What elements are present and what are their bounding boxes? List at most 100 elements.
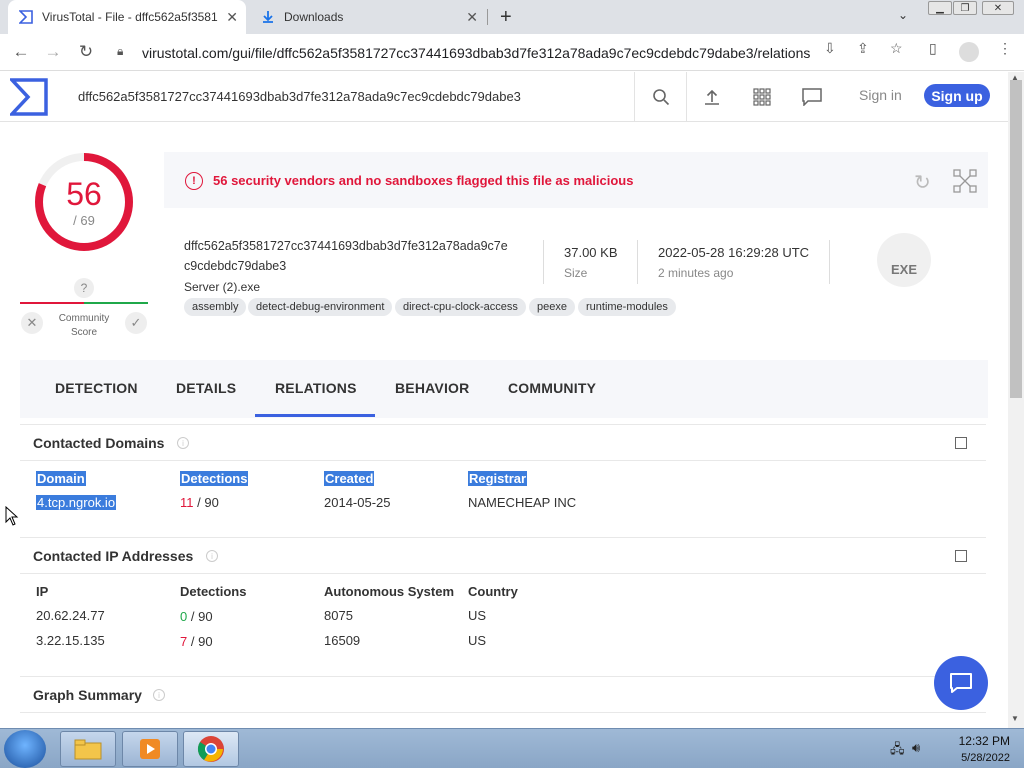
start-button-windows-icon[interactable] bbox=[4, 730, 46, 768]
network-tray-icon[interactable]: 🖧︎ bbox=[890, 740, 905, 762]
ip-link[interactable]: 3.22.15.135 bbox=[36, 633, 105, 648]
info-icon[interactable]: i bbox=[177, 437, 189, 449]
browser-menu-icon[interactable]: ⋮ bbox=[998, 40, 1012, 57]
tab-community[interactable]: COMMUNITY bbox=[508, 380, 596, 396]
minimize-window-button[interactable]: ▁ bbox=[928, 1, 952, 15]
sign-up-button[interactable]: Sign up bbox=[924, 84, 990, 107]
registrar-column-header: Registrar bbox=[468, 471, 528, 486]
browser-tab-virustotal[interactable]: VirusTotal - File - dffc562a5f3581 ✕ bbox=[8, 0, 246, 34]
copy-icon[interactable] bbox=[955, 437, 967, 449]
address-bar[interactable]: 🔒︎ virustotal.com/gui/file/dffc562a5f358… bbox=[109, 38, 917, 67]
lock-icon: 🔒︎ bbox=[117, 44, 124, 58]
reanalyze-icon[interactable]: ↻ bbox=[914, 170, 931, 195]
search-icon[interactable] bbox=[650, 86, 672, 108]
volume-tray-icon[interactable]: 🔊︎ bbox=[912, 740, 920, 756]
new-tab-button[interactable]: + bbox=[500, 6, 512, 29]
detection-score-value: 56 bbox=[66, 176, 102, 212]
file-name: Server (2).exe bbox=[184, 280, 261, 294]
tag-chip[interactable]: detect-debug-environment bbox=[248, 298, 393, 316]
header-divider bbox=[634, 72, 635, 122]
vt-header: dffc562a5f3581727cc37441693dbab3d7fe312a… bbox=[0, 72, 1008, 122]
ip-detections: 0 / 90 bbox=[180, 609, 213, 624]
tab-behavior[interactable]: BEHAVIOR bbox=[395, 380, 469, 396]
copy-icon[interactable] bbox=[955, 550, 967, 562]
close-tab-icon[interactable]: ✕ bbox=[466, 9, 478, 26]
ip-as: 8075 bbox=[324, 608, 353, 623]
media-player-icon[interactable] bbox=[122, 731, 178, 767]
scroll-up-arrow-icon[interactable]: ▲ bbox=[1011, 73, 1019, 82]
header-divider bbox=[686, 72, 687, 122]
back-arrow-icon[interactable]: ← bbox=[10, 41, 32, 63]
ip-link[interactable]: 20.62.24.77 bbox=[36, 608, 105, 623]
vote-harmless-check-icon[interactable]: ✓ bbox=[125, 312, 147, 334]
bookmark-star-icon[interactable]: ☆ bbox=[890, 40, 903, 57]
file-explorer-icon[interactable] bbox=[60, 731, 116, 767]
info-icon[interactable]: i bbox=[206, 550, 218, 562]
forward-arrow-icon[interactable]: → bbox=[42, 41, 64, 63]
share-icon[interactable]: ⇪ bbox=[857, 40, 869, 57]
analysis-date-relative: 2 minutes ago bbox=[658, 266, 734, 280]
ip-detections: 7 / 90 bbox=[180, 634, 213, 649]
as-column-header: Autonomous System bbox=[324, 584, 455, 599]
virustotal-favicon-icon bbox=[18, 9, 34, 25]
vote-harmful-close-icon[interactable]: ✕ bbox=[21, 312, 43, 334]
domain-created: 2014-05-25 bbox=[324, 495, 391, 510]
sign-in-link[interactable]: Sign in bbox=[859, 87, 902, 103]
restore-window-button[interactable]: ❐ bbox=[953, 1, 977, 15]
domain-link[interactable]: 4.tcp.ngrok.io bbox=[36, 495, 117, 510]
tag-chip[interactable]: runtime-modules bbox=[578, 298, 676, 316]
taskbar-clock-date[interactable]: 5/28/2022 bbox=[930, 752, 1010, 764]
tab-detection[interactable]: DETECTION bbox=[55, 380, 138, 396]
comment-icon[interactable] bbox=[801, 86, 823, 108]
community-score-bar bbox=[20, 302, 148, 304]
section-divider bbox=[20, 573, 986, 574]
tab-relations[interactable]: RELATIONS bbox=[275, 380, 357, 396]
domain-column-header: Domain bbox=[36, 471, 86, 486]
upload-icon[interactable] bbox=[701, 86, 723, 108]
domain-detections: 11 / 90 bbox=[180, 495, 219, 510]
detections-column-header: Detections bbox=[180, 584, 247, 599]
detail-divider bbox=[637, 240, 638, 284]
search-input[interactable]: dffc562a5f3581727cc37441693dbab3d7fe312a… bbox=[78, 89, 521, 104]
section-divider bbox=[20, 424, 986, 425]
browser-toolbar: ← → ↻ 🔒︎ virustotal.com/gui/file/dffc562… bbox=[0, 34, 1024, 71]
apps-grid-icon[interactable] bbox=[751, 86, 773, 108]
chat-support-button[interactable] bbox=[934, 656, 988, 710]
tag-chip[interactable]: assembly bbox=[184, 298, 247, 316]
analysis-date-value: 2022-05-28 16:29:28 UTC bbox=[658, 245, 810, 260]
profile-avatar-icon[interactable] bbox=[959, 42, 979, 62]
taskbar-clock-time[interactable]: 12:32 PM bbox=[930, 734, 1010, 748]
side-panel-icon[interactable]: ▯ bbox=[929, 40, 937, 57]
report-tabs-bar bbox=[20, 360, 988, 418]
section-divider bbox=[20, 676, 986, 677]
virustotal-logo-icon[interactable] bbox=[10, 78, 48, 116]
detections-total: / 90 bbox=[190, 609, 213, 624]
community-score-label: Community Score bbox=[54, 312, 114, 340]
community-label-line1: Community bbox=[58, 313, 110, 324]
detail-divider bbox=[829, 240, 830, 284]
section-divider bbox=[20, 712, 986, 713]
ip-country: US bbox=[468, 633, 487, 648]
close-window-button[interactable]: ✕ bbox=[982, 1, 1014, 15]
graph-summary-title: Graph Summary bbox=[33, 687, 142, 703]
tab-title: Downloads bbox=[284, 10, 344, 24]
tab-details[interactable]: DETAILS bbox=[176, 380, 236, 396]
section-divider bbox=[20, 460, 986, 461]
chrome-icon[interactable] bbox=[183, 731, 239, 767]
close-tab-icon[interactable]: ✕ bbox=[226, 9, 238, 26]
reload-icon[interactable]: ↻ bbox=[75, 41, 97, 63]
tag-chip[interactable]: peexe bbox=[529, 298, 575, 316]
detections-count: 0 bbox=[180, 609, 188, 624]
ip-column-header: IP bbox=[36, 584, 49, 599]
page-scrollbar-thumb[interactable] bbox=[1010, 80, 1022, 398]
browser-tab-downloads[interactable]: Downloads ✕ bbox=[250, 0, 486, 34]
community-score-value: ? bbox=[74, 278, 94, 298]
detection-score-total: / 69 bbox=[73, 213, 95, 228]
tag-chip[interactable]: direct-cpu-clock-access bbox=[395, 298, 526, 316]
info-icon[interactable]: i bbox=[153, 689, 165, 701]
similar-files-icon[interactable] bbox=[953, 169, 977, 198]
scroll-down-arrow-icon[interactable]: ▼ bbox=[1011, 714, 1019, 723]
tab-search-chevron-down-icon[interactable]: ⌄ bbox=[898, 8, 908, 22]
install-app-icon[interactable]: ⇩ bbox=[824, 40, 836, 57]
chat-bubble-icon bbox=[950, 673, 972, 693]
